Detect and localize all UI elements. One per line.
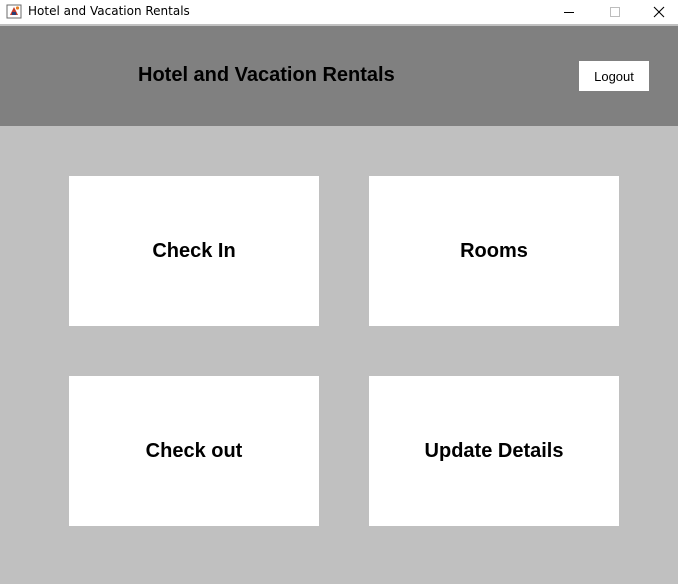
rooms-button[interactable]: Rooms — [369, 176, 619, 326]
minimize-button[interactable] — [546, 0, 592, 24]
maximize-icon — [609, 6, 621, 18]
title-bar[interactable]: Hotel and Vacation Rentals — [0, 0, 678, 24]
window-title: Hotel and Vacation Rentals — [28, 4, 190, 18]
close-button[interactable] — [636, 0, 678, 24]
page-title: Hotel and Vacation Rentals — [138, 64, 395, 86]
check-out-label: Check out — [145, 439, 243, 462]
minimize-icon — [563, 6, 575, 18]
check-in-label: Check In — [152, 239, 236, 262]
check-out-button[interactable]: Check out — [69, 376, 319, 526]
java-app-icon — [6, 3, 22, 19]
update-details-label: Update Details — [424, 439, 564, 462]
logout-button[interactable]: Logout — [579, 61, 649, 91]
close-icon — [653, 6, 665, 18]
header-bar: Hotel and Vacation Rentals Logout — [0, 26, 678, 126]
rooms-label: Rooms — [460, 239, 528, 262]
app-window: Hotel and Vacation Rentals Hotel and Vac… — [0, 0, 678, 584]
maximize-button[interactable] — [592, 0, 638, 24]
update-details-button[interactable]: Update Details — [369, 376, 619, 526]
check-in-button[interactable]: Check In — [69, 176, 319, 326]
